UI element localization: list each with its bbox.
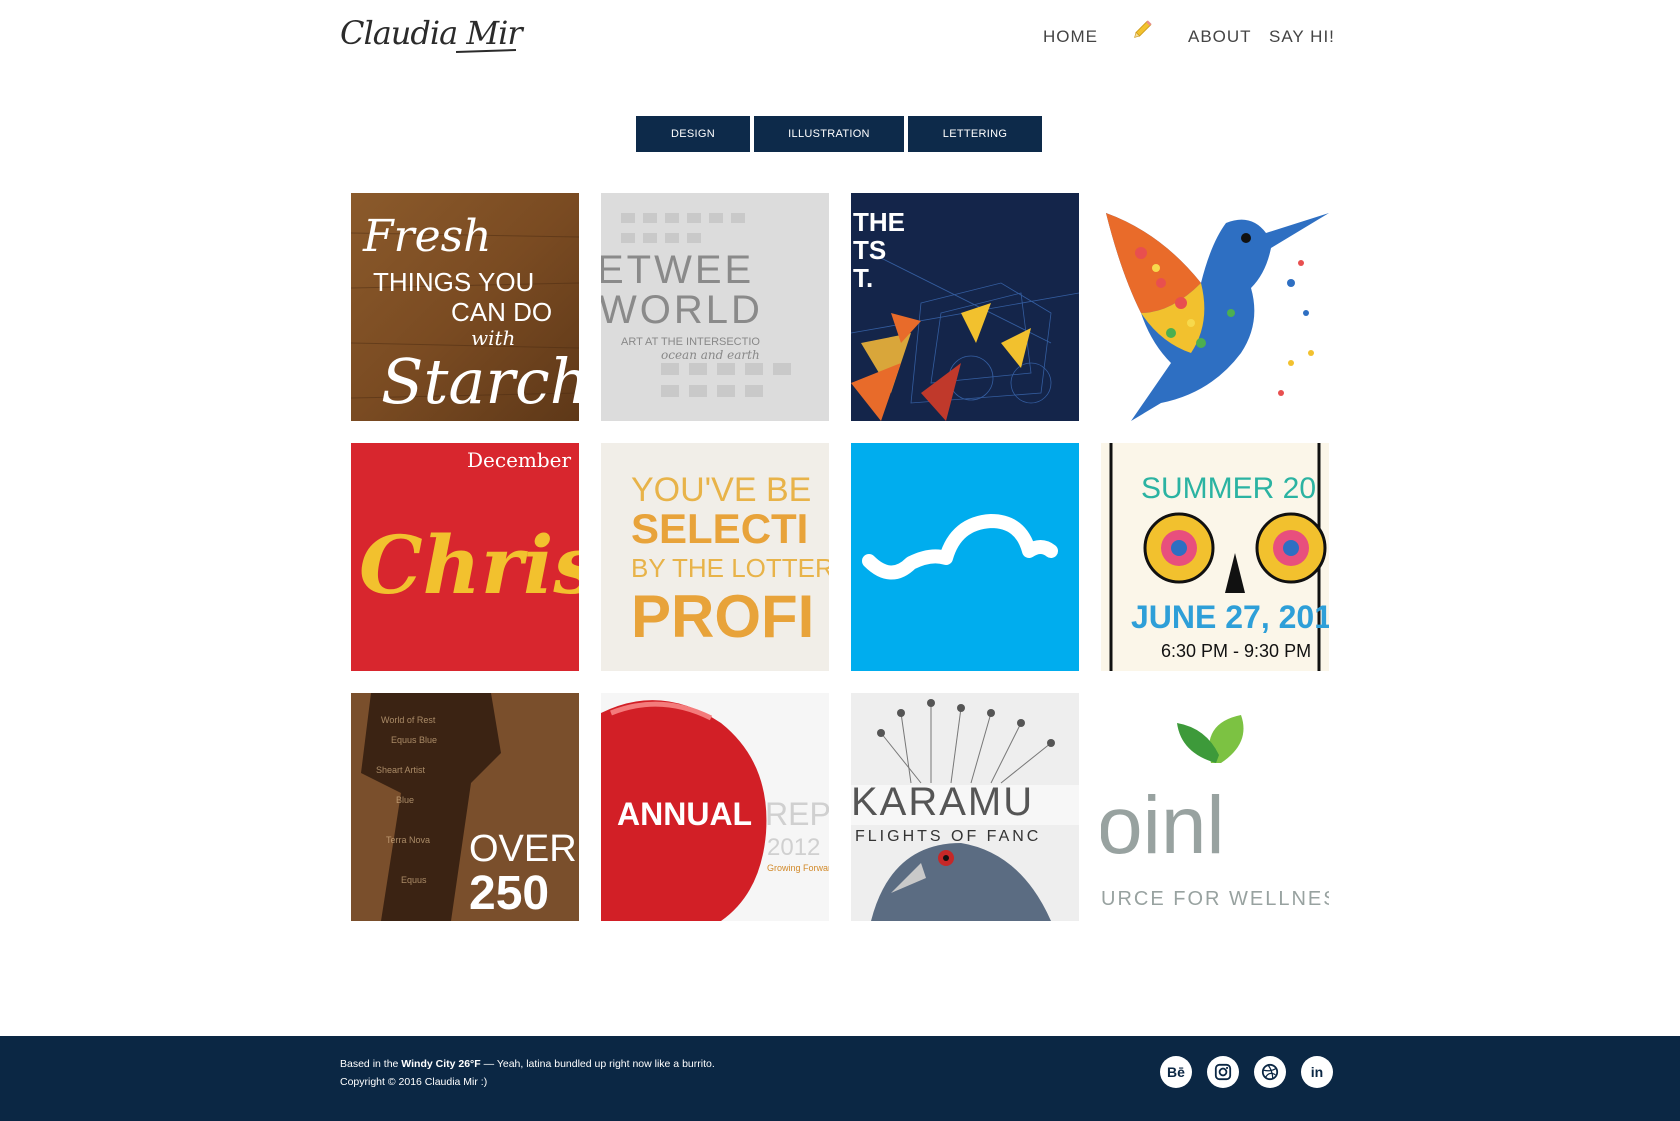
portfolio-tile-karamu[interactable]: KARAMU FLIGHTS OF FANC: [851, 693, 1079, 921]
svg-text:World of Rest: World of Rest: [381, 715, 436, 725]
nav-home[interactable]: HOME: [1043, 27, 1098, 47]
site-header: Claudia Mir HOME ABOUT SAY HI!: [0, 0, 1680, 80]
pencil-icon[interactable]: [1130, 18, 1154, 42]
tile-text: December: [467, 448, 572, 472]
tile-text: TS: [853, 235, 886, 265]
portfolio-tile-between-worlds[interactable]: ETWEE WORLD ART AT THE INTERSECTIO ocean…: [601, 193, 829, 421]
tile-text: THE: [853, 207, 905, 237]
filter-design[interactable]: DESIGN: [636, 116, 750, 152]
portfolio-tile-christmas[interactable]: December Chris: [351, 443, 579, 671]
tile-text: KARAMU: [851, 780, 1034, 824]
tile-text: ANNUAL: [617, 796, 752, 832]
tile-text: T.: [853, 263, 873, 293]
footer-location-line: Based in the Windy City 26°F — Yeah, lat…: [340, 1058, 715, 1070]
svg-text:Terra Nova: Terra Nova: [386, 835, 430, 845]
tile-text: BY THE LOTTER: [631, 553, 829, 583]
site-logo[interactable]: Claudia Mir: [340, 14, 523, 52]
dribbble-glyph: [1261, 1063, 1279, 1081]
tile-text: URCE FOR WELLNES: [1101, 888, 1329, 910]
tile-text: ocean and earth: [661, 348, 760, 362]
footer-text: — Yeah, latina bundled up right now like…: [480, 1058, 715, 1070]
svg-text:Equus Blue: Equus Blue: [391, 735, 437, 745]
portfolio-tile-point[interactable]: oinl URCE FOR WELLNES: [1101, 693, 1329, 921]
footer-weather: Windy City 26°F: [401, 1058, 481, 1070]
nav-about[interactable]: ABOUT: [1188, 27, 1252, 47]
linkedin-icon[interactable]: in: [1301, 1056, 1333, 1088]
tile-text: CAN DO: [451, 297, 552, 327]
tile-text: YOU'VE BE: [631, 471, 811, 509]
tile-text: Fresh: [362, 211, 492, 262]
tile-text: PROFI: [631, 583, 814, 650]
portfolio-tile-over-250[interactable]: World of Rest Equus Blue Sheart Artist Blu…: [351, 693, 579, 921]
footer-copyright: Copyright © 2016 Claudia Mir :): [340, 1076, 488, 1088]
svg-text:Blue: Blue: [396, 795, 414, 805]
tile-text: OVER: [469, 828, 577, 870]
behance-icon[interactable]: Bē: [1160, 1056, 1192, 1088]
instagram-icon[interactable]: [1207, 1056, 1239, 1088]
filter-lettering[interactable]: LETTERING: [908, 116, 1042, 152]
portfolio-tile-hummingbird[interactable]: [1101, 193, 1329, 421]
tile-text: Growing Forward: [767, 863, 829, 873]
tile-text: JUNE 27, 201: [1131, 599, 1329, 635]
tile-text: 250: [469, 867, 549, 920]
nav-say-hi[interactable]: SAY HI!: [1269, 27, 1335, 47]
portfolio-tile-tractor[interactable]: THE TS T.: [851, 193, 1079, 421]
tile-text: FLIGHTS OF FANC: [855, 828, 1041, 845]
tile-text: 6:30 PM - 9:30 PM: [1161, 641, 1311, 661]
tile-text: SELECTI: [631, 505, 808, 552]
tile-text: SUMMER 20: [1141, 472, 1316, 505]
tile-text: oinl: [1101, 780, 1225, 871]
tile-text: Chris: [359, 518, 579, 612]
tile-text: REP: [765, 796, 829, 832]
portfolio-tile-annual-report[interactable]: ANNUAL REP 2012 Growing Forward: [601, 693, 829, 921]
portfolio-tile-cloud[interactable]: [851, 443, 1079, 671]
footer-text: Based in the: [340, 1058, 402, 1070]
tile-text: Starch: [381, 345, 579, 418]
portfolio-tile-selected[interactable]: YOU'VE BE SELECTI BY THE LOTTER PROFI: [601, 443, 829, 671]
dribbble-icon[interactable]: [1254, 1056, 1286, 1088]
portfolio-tile-starch[interactable]: Fresh THINGS YOU CAN DO with Starch: [351, 193, 579, 421]
instagram-glyph: [1214, 1063, 1232, 1081]
site-footer: Based in the Windy City 26°F — Yeah, lat…: [0, 1036, 1680, 1121]
portfolio-filters: DESIGN ILLUSTRATION LETTERING: [636, 116, 1042, 152]
svg-text:Equus: Equus: [401, 875, 427, 885]
svg-text:Sheart Artist: Sheart Artist: [376, 765, 426, 775]
tile-text: THINGS YOU: [373, 267, 534, 297]
tile-text: ART AT THE INTERSECTIO: [621, 336, 760, 348]
filter-illustration[interactable]: ILLUSTRATION: [754, 116, 904, 152]
tile-text: WORLD: [601, 288, 763, 332]
tile-text: ETWEE: [601, 248, 754, 292]
tile-text: 2012: [767, 834, 820, 861]
portfolio-tile-summer[interactable]: SUMMER 20 JUNE 27, 201 6:30 PM - 9:30 PM: [1101, 443, 1329, 671]
